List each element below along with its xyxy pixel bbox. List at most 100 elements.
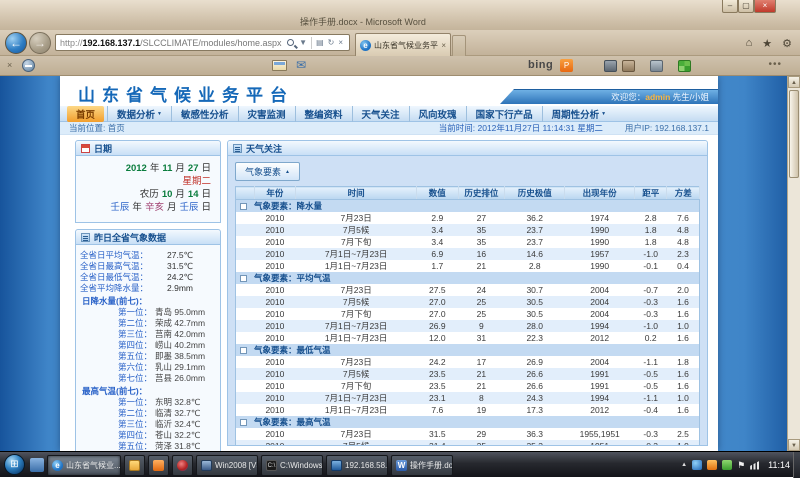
- maximize-button[interactable]: ▢: [738, 0, 754, 13]
- table-row: 20107月下旬27.02530.52004-0.31.6: [236, 308, 700, 320]
- nav-item-周期性分析[interactable]: 周期性分析▼: [542, 106, 615, 122]
- row-blank-cell: [236, 236, 255, 248]
- data-cell: -0.4: [634, 404, 666, 416]
- taskbar-button[interactable]: C:\C:\Windows\s...: [261, 455, 323, 476]
- bing-logo[interactable]: bing: [528, 59, 553, 71]
- mail-icon[interactable]: ✉: [296, 58, 306, 72]
- ganzhi-link[interactable]: 壬辰: [110, 202, 129, 213]
- address-bar[interactable]: http://192.168.137.1/SLCCLIMATE/modules/…: [55, 34, 350, 51]
- blocked-icon[interactable]: [22, 59, 35, 72]
- data-cell: 7月23日: [296, 356, 417, 368]
- table-row: 20107月1日~7月23日23.1824.31994-1.11.0: [236, 392, 700, 404]
- forward-button[interactable]: →: [29, 32, 51, 54]
- word-window-controls: – ▢ ×: [722, 0, 776, 13]
- taskbar-button[interactable]: 192.168.58.99...: [326, 455, 388, 476]
- tray-app-icon-orange[interactable]: [707, 460, 717, 470]
- rank-label: 第四位：: [80, 430, 152, 440]
- taskbar-icon-button[interactable]: [148, 455, 169, 476]
- main-navigation: 首页数据分析▼敏感性分析灾害监测整编资料天气关注风向玫瑰国家下行产品周期性分析▼: [60, 106, 718, 122]
- data-cell: 27.0: [416, 296, 458, 308]
- ganzhi-link[interactable]: 壬辰: [179, 202, 198, 213]
- group-checkbox[interactable]: [240, 419, 247, 426]
- camera-icon[interactable]: [604, 60, 617, 72]
- data-cell: 2010: [254, 380, 296, 392]
- nav-item-敏感性分析[interactable]: 敏感性分析: [171, 106, 238, 122]
- group-checkbox[interactable]: [240, 275, 247, 282]
- scroll-down-icon[interactable]: ▼: [788, 439, 800, 451]
- data-cell: 2010: [254, 392, 296, 404]
- close-button[interactable]: ×: [754, 0, 776, 13]
- table-row: 20107月23日24.21726.92004-1.11.8: [236, 356, 700, 368]
- data-cell: 26.6: [505, 380, 565, 392]
- data-cell: 0.4: [667, 260, 700, 272]
- show-desktop-button[interactable]: [793, 452, 800, 478]
- nav-item-数据分析[interactable]: 数据分析▼: [107, 106, 171, 122]
- taskbar-icon-button[interactable]: [172, 455, 193, 476]
- refresh-icon[interactable]: ↻: [328, 38, 335, 47]
- tab-close-icon[interactable]: ×: [441, 41, 446, 50]
- tray-app-icon-green[interactable]: [722, 460, 732, 470]
- browser-scrollbar[interactable]: ▲ ▼: [787, 76, 800, 451]
- taskbar-active-ie-button[interactable]: e山东省气候业...: [47, 455, 121, 476]
- nav-item-天气关注[interactable]: 天气关注: [352, 106, 409, 122]
- tools-gear-icon[interactable]: ⚙: [782, 37, 792, 50]
- nav-item-国家下行产品[interactable]: 国家下行产品: [466, 106, 542, 122]
- stat-value: 27.5℃: [167, 250, 193, 260]
- new-tab-button[interactable]: [452, 35, 466, 56]
- back-button[interactable]: ←: [5, 32, 27, 54]
- orange-app-icon[interactable]: P: [560, 59, 573, 72]
- taskbar-button[interactable]: Win2008 [VS2...: [196, 455, 258, 476]
- start-button[interactable]: ⊞: [4, 454, 25, 475]
- browser-tab[interactable]: e 山东省气候业务平... ×: [355, 33, 451, 56]
- rank-label: 第七位：: [80, 373, 152, 383]
- grid-app-icon[interactable]: [678, 60, 691, 72]
- rank-label: 第一位：: [80, 397, 152, 407]
- toolbar-close-icon[interactable]: ×: [7, 60, 12, 70]
- group-checkbox[interactable]: [240, 203, 247, 210]
- data-cell: 31: [458, 332, 504, 344]
- page-title: 山东省气候业务平台: [78, 81, 294, 106]
- favorites-star-icon[interactable]: ★: [762, 37, 772, 50]
- data-cell: 7月1日~7月23日: [296, 392, 417, 404]
- taskbar-clock[interactable]: 11:14: [768, 460, 790, 470]
- stop-icon[interactable]: ×: [338, 38, 343, 47]
- pinned-app-icon[interactable]: [30, 458, 44, 472]
- nav-item-风向玫瑰[interactable]: 风向玫瑰: [409, 106, 466, 122]
- data-cell: 2010: [254, 404, 296, 416]
- card-icon[interactable]: [272, 60, 287, 71]
- capture-icon[interactable]: [622, 60, 635, 72]
- action-center-flag-icon[interactable]: ⚑: [737, 460, 745, 471]
- group-checkbox[interactable]: [240, 347, 247, 354]
- tray-app-icon-blue[interactable]: [692, 460, 702, 470]
- home-icon[interactable]: ⌂: [746, 37, 753, 50]
- nav-item-灾害监测[interactable]: 灾害监测: [238, 106, 295, 122]
- scrollbar-thumb[interactable]: [789, 90, 799, 178]
- scroll-up-icon[interactable]: ▲: [788, 76, 800, 88]
- network-icon[interactable]: [750, 461, 760, 470]
- data-cell: 1991: [565, 380, 635, 392]
- taskbar-button[interactable]: W操作手册.docx ...: [391, 455, 453, 476]
- rank-value: 菏泽 31.8℃: [155, 441, 200, 451]
- minimize-button[interactable]: –: [722, 0, 738, 13]
- ganzhi-link[interactable]: 辛亥: [145, 202, 164, 213]
- tray-expand-icon[interactable]: ▲: [681, 462, 687, 468]
- compatibility-icon[interactable]: ▤: [316, 38, 324, 47]
- group-header-row: 气象要素：降水量: [236, 200, 700, 213]
- nav-item-label: 灾害监测: [248, 107, 286, 121]
- data-cell: 27.5: [416, 284, 458, 296]
- chevron-down-icon[interactable]: ▼: [299, 38, 307, 47]
- element-filter-button[interactable]: 气象要素▲: [235, 162, 300, 181]
- taskbar-icon-button[interactable]: [124, 455, 145, 476]
- data-cell: -1.0: [634, 248, 666, 260]
- row-blank-cell: [236, 308, 255, 320]
- data-cell: 1.8: [667, 356, 700, 368]
- satellite-icon[interactable]: [650, 60, 663, 72]
- search-icon[interactable]: [287, 39, 294, 46]
- ranking-section-title: 最高气温(前七)：: [82, 386, 216, 396]
- nav-item-首页[interactable]: 首页: [67, 106, 104, 122]
- more-icon[interactable]: •••: [768, 59, 782, 70]
- nav-item-整编资料[interactable]: 整编资料: [295, 106, 352, 122]
- rank-value: 莒县 26.0mm: [155, 373, 205, 383]
- data-cell: 36.3: [505, 428, 565, 440]
- data-cell: 1991: [565, 368, 635, 380]
